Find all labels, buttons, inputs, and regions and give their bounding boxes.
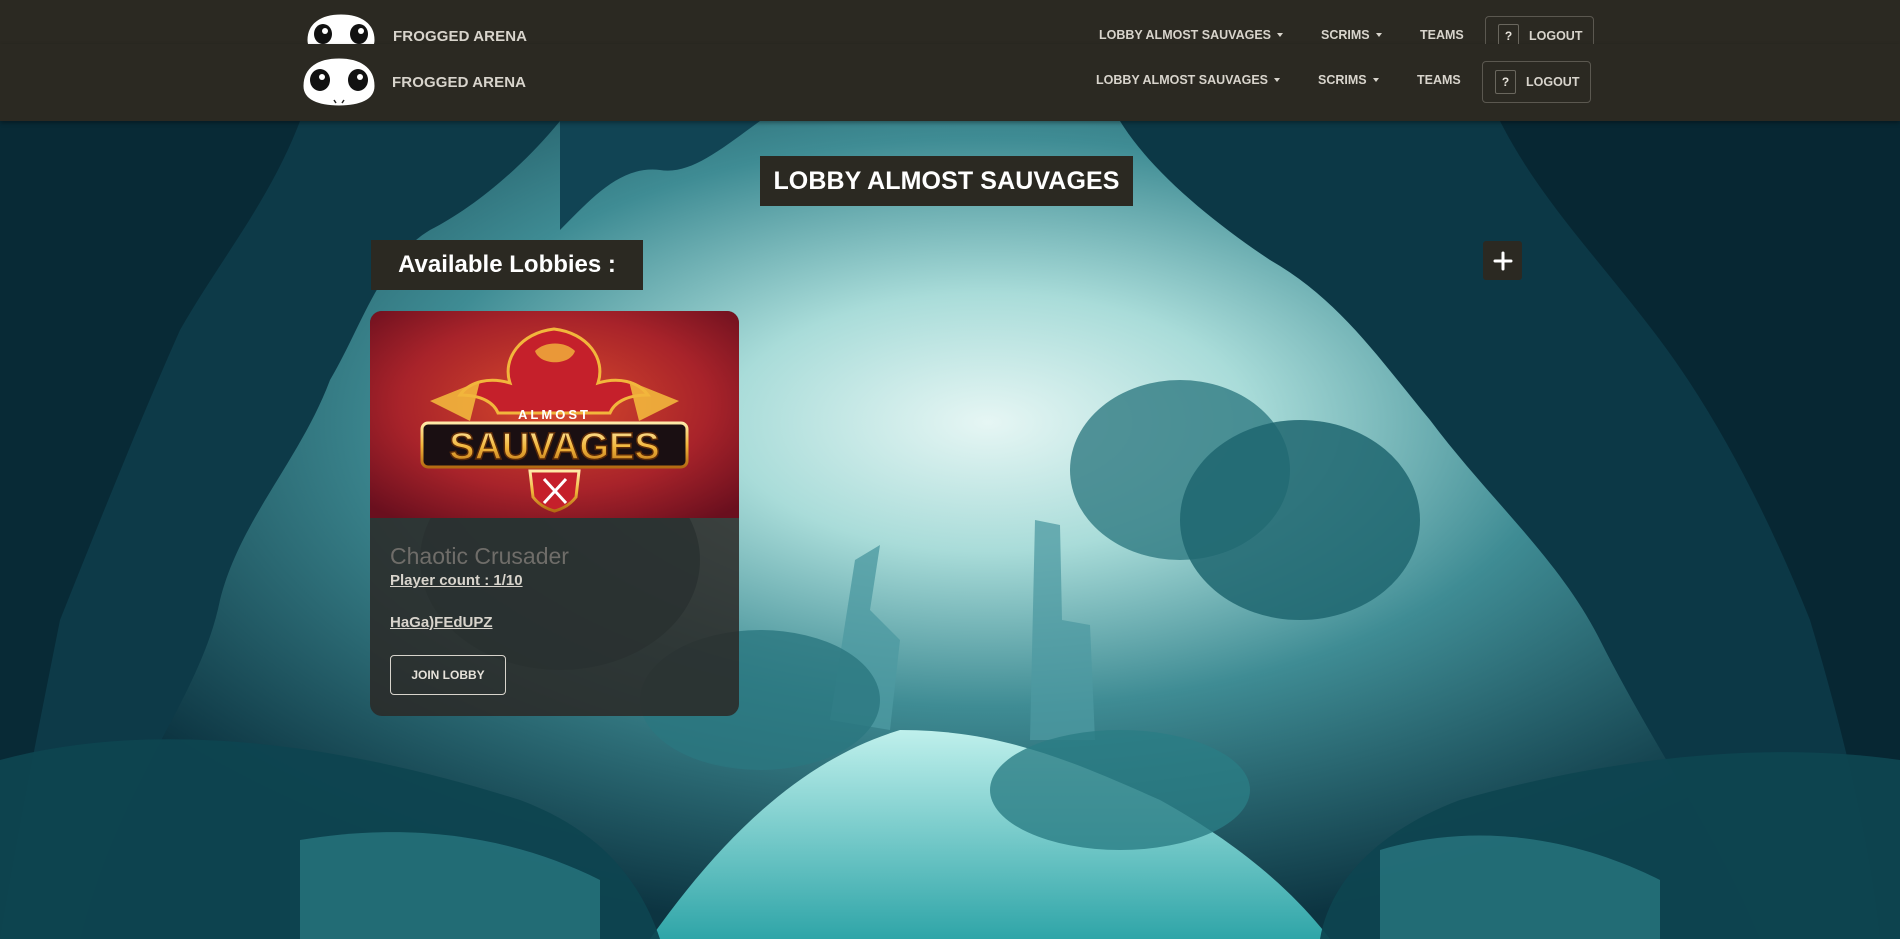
- frog-logo-icon: [300, 55, 378, 109]
- logout-button[interactable]: ? LOGOUT: [1482, 61, 1591, 103]
- navbar-duplicate: FROGGED ARENA LOBBY ALMOST SAUVAGES SCRI…: [0, 0, 1900, 44]
- join-lobby-button[interactable]: JOIN LOBBY: [390, 655, 506, 695]
- help-icon: ?: [1498, 24, 1519, 44]
- caret-down-icon: [1372, 77, 1379, 82]
- section-title: Available Lobbies :: [371, 240, 643, 290]
- nav-lobby-label: LOBBY ALMOST SAUVAGES: [1096, 73, 1269, 87]
- lobby-logo-image: ALMOST SAUVAGES: [370, 311, 739, 518]
- nav-scrims-dropdown[interactable]: SCRIMS: [1318, 73, 1379, 87]
- lobby-card: ALMOST SAUVAGES Chaotic Crusader Player …: [370, 311, 739, 716]
- logout-label: LOGOUT: [1526, 75, 1580, 89]
- navbar: FROGGED ARENA LOBBY ALMOST SAUVAGES SCRI…: [0, 44, 1900, 121]
- logout-label: LOGOUT: [1529, 29, 1583, 43]
- nav-scrims-dropdown-duplicate[interactable]: SCRIMS: [1321, 28, 1382, 42]
- caret-down-icon: [1375, 32, 1382, 37]
- jungle-background: [0, 0, 1900, 939]
- nav-scrims-label: SCRIMS: [1318, 73, 1367, 87]
- lobby-code: HaGa)FEdUPZ: [390, 614, 493, 631]
- plus-icon: [1493, 251, 1512, 270]
- nav-lobby-dropdown[interactable]: LOBBY ALMOST SAUVAGES: [1096, 73, 1281, 87]
- logo-top-text: ALMOST: [518, 407, 591, 422]
- nav-scrims-label: SCRIMS: [1321, 28, 1370, 42]
- brand-name: FROGGED ARENA: [393, 27, 528, 45]
- frog-logo-icon: [304, 11, 378, 44]
- nav-lobby-label: LOBBY ALMOST SAUVAGES: [1099, 28, 1272, 42]
- logout-button-duplicate[interactable]: ? LOGOUT: [1485, 16, 1594, 44]
- help-icon: ?: [1495, 70, 1516, 94]
- page-title: LOBBY ALMOST SAUVAGES: [760, 156, 1133, 206]
- nav-lobby-dropdown-duplicate[interactable]: LOBBY ALMOST SAUVAGES: [1099, 28, 1284, 42]
- lobby-name: Chaotic Crusader: [390, 543, 569, 569]
- caret-down-icon: [1274, 77, 1281, 82]
- caret-down-icon: [1277, 32, 1284, 37]
- nav-teams-link[interactable]: TEAMS: [1417, 73, 1461, 87]
- player-count: Player count : 1/10: [390, 572, 523, 589]
- nav-teams-link-duplicate[interactable]: TEAMS: [1420, 28, 1464, 42]
- logo-main-text: SAUVAGES: [449, 426, 659, 468]
- brand-link[interactable]: FROGGED ARENA: [298, 54, 526, 110]
- brand-link-duplicate[interactable]: FROGGED ARENA: [301, 10, 527, 44]
- add-lobby-button[interactable]: [1483, 241, 1522, 280]
- brand-name: FROGGED ARENA: [392, 73, 527, 91]
